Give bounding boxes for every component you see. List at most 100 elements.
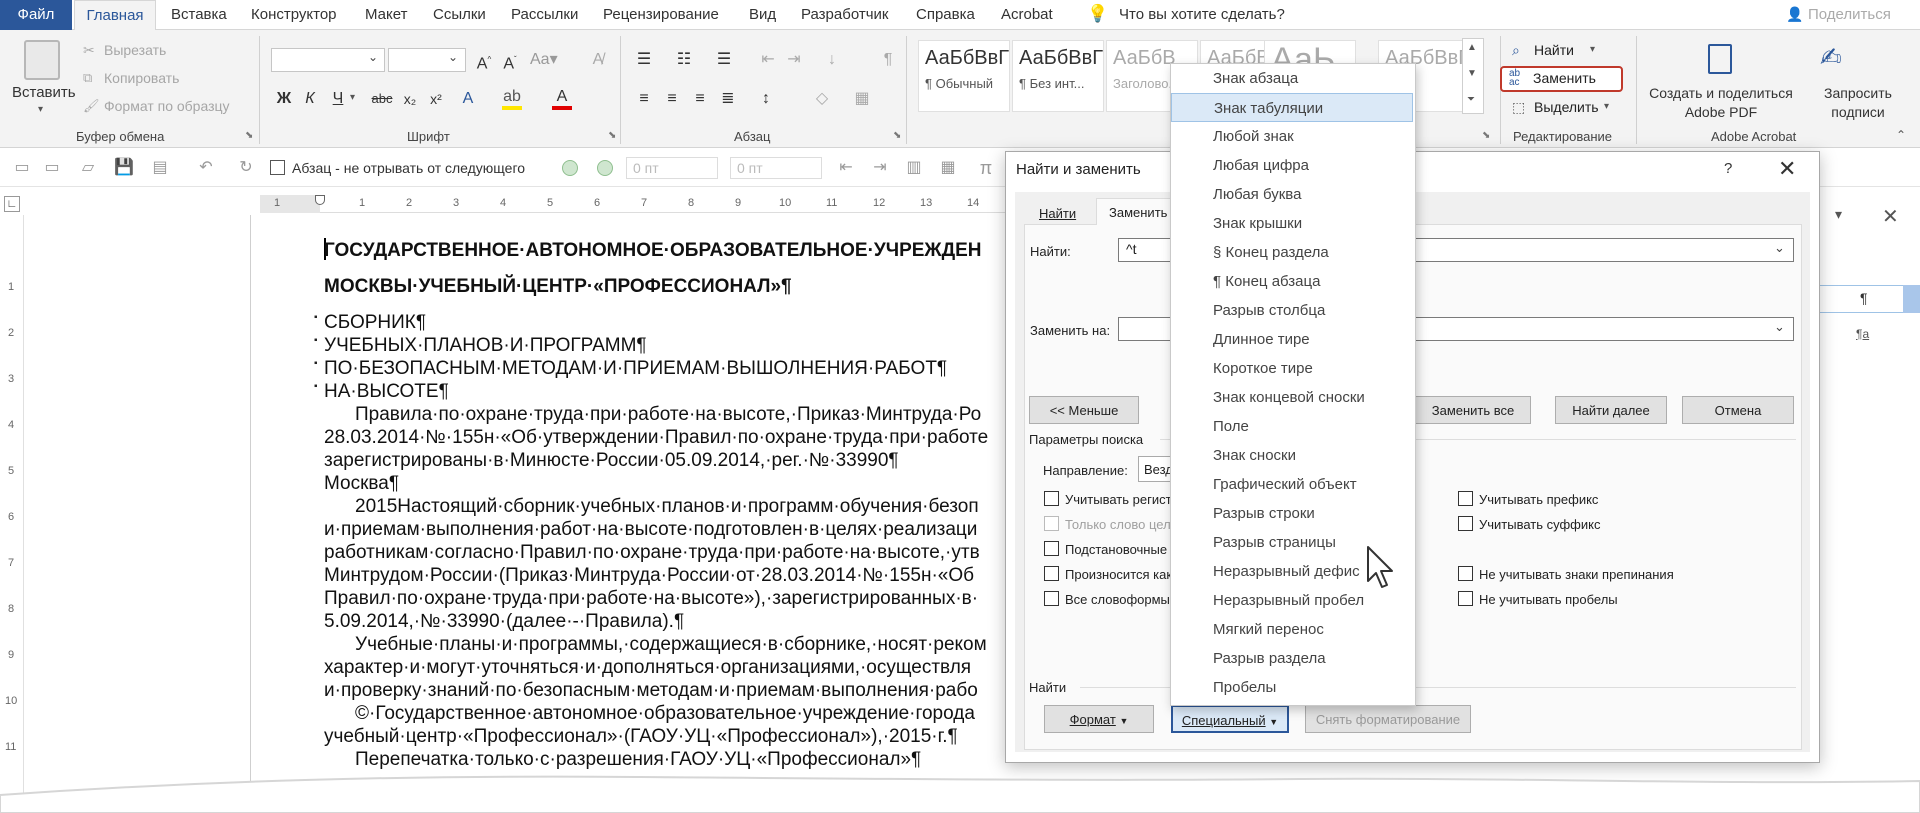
pane-options-icon[interactable]: ▾ bbox=[1835, 206, 1842, 223]
underline-dropdown-icon[interactable]: ▾ bbox=[350, 92, 355, 103]
find-history-dropdown-icon[interactable]: ⌄ bbox=[1774, 240, 1785, 256]
share-button[interactable]: Поделиться bbox=[1808, 0, 1891, 30]
replace-all-button[interactable]: Заменить все bbox=[1415, 396, 1531, 424]
styles-launcher-icon[interactable]: ⬊ bbox=[1482, 130, 1490, 141]
tab-home[interactable]: Главная bbox=[74, 0, 156, 31]
undo-icon[interactable]: ↶ bbox=[196, 158, 216, 178]
tab-review[interactable]: Рецензирование bbox=[603, 0, 719, 30]
create-pdf-button[interactable]: Создать и поделиться Adobe PDF bbox=[1642, 84, 1800, 122]
pane-close-icon[interactable]: ✕ bbox=[1882, 204, 1899, 229]
paste-button[interactable]: Вставить bbox=[12, 84, 76, 101]
styles-more-icon[interactable]: ⏷ bbox=[1467, 94, 1475, 105]
menu-item-graphic[interactable]: Графический объект bbox=[1171, 470, 1413, 499]
menu-item-optional-hyphen[interactable]: Мягкий перенос bbox=[1171, 615, 1413, 644]
tab-find[interactable]: Найти bbox=[1039, 206, 1076, 221]
align-center-icon[interactable]: ≡ bbox=[660, 88, 684, 110]
collapse-ribbon-icon[interactable]: ⌃ bbox=[1896, 128, 1906, 142]
open-folder-icon[interactable]: ▱ bbox=[78, 158, 98, 178]
replace-history-dropdown-icon[interactable]: ⌄ bbox=[1774, 319, 1785, 335]
bold-icon[interactable]: Ж bbox=[272, 88, 296, 110]
show-marks-icon[interactable]: ¶ bbox=[876, 49, 900, 71]
font-size-dropdown-icon[interactable]: ⌄ bbox=[448, 50, 458, 64]
font-launcher-icon[interactable]: ⬊ bbox=[608, 130, 616, 141]
save-icon[interactable]: 💾 bbox=[114, 158, 134, 178]
ignore-punctuation-checkbox[interactable] bbox=[1458, 566, 1473, 581]
menu-item-paragraph-character[interactable]: ¶ Конец абзаца bbox=[1171, 267, 1413, 296]
multilevel-list-icon[interactable]: ☰ bbox=[712, 49, 736, 71]
tell-me-box[interactable]: Что вы хотите сделать? bbox=[1119, 0, 1285, 30]
increase-indent-icon[interactable]: ⇥ bbox=[782, 49, 806, 71]
menu-item-section-character[interactable]: § Конец раздела bbox=[1171, 238, 1413, 267]
styles-up-icon[interactable]: ▲ bbox=[1467, 42, 1477, 53]
sort-icon[interactable]: ↓ bbox=[820, 49, 844, 71]
tab-references[interactable]: Ссылки bbox=[433, 0, 486, 30]
cancel-button[interactable]: Отмена bbox=[1682, 396, 1794, 424]
menu-item-any-digit[interactable]: Любая цифра bbox=[1171, 151, 1413, 180]
find-dropdown-icon[interactable]: ▾ bbox=[1590, 44, 1595, 55]
paste-dropdown-icon[interactable]: ▾ bbox=[38, 104, 43, 115]
text-effects-icon[interactable]: A bbox=[456, 88, 480, 110]
menu-item-column-break[interactable]: Разрыв столбца bbox=[1171, 296, 1413, 325]
tab-help[interactable]: Справка bbox=[916, 0, 975, 30]
style-tile-no-spacing[interactable]: АаБбВвГ ¶ Без инт... bbox=[1012, 40, 1104, 112]
spacing-before-icon[interactable] bbox=[562, 160, 578, 176]
cut-button[interactable]: Вырезать bbox=[104, 42, 166, 58]
request-signatures-button[interactable]: Запросить подписи bbox=[1800, 84, 1916, 122]
align-right-icon[interactable]: ≡ bbox=[688, 88, 712, 110]
outdent-icon[interactable]: ⇥ bbox=[870, 158, 890, 178]
space-after-field[interactable]: 0 пт bbox=[730, 157, 822, 179]
paragraph-launcher-icon[interactable]: ⬊ bbox=[893, 130, 901, 141]
tab-acrobat[interactable]: Acrobat bbox=[1001, 0, 1053, 30]
italic-icon[interactable]: К bbox=[298, 88, 322, 110]
decrease-indent-icon[interactable]: ⇤ bbox=[756, 49, 780, 71]
tab-view[interactable]: Вид bbox=[749, 0, 776, 30]
ignore-spaces-checkbox[interactable] bbox=[1458, 591, 1473, 606]
new-doc-icon[interactable]: ▭ bbox=[12, 158, 32, 178]
indent-icon[interactable]: ⇤ bbox=[836, 158, 856, 178]
no-formatting-button[interactable]: Снять форматирование bbox=[1305, 705, 1471, 733]
match-case-checkbox[interactable] bbox=[1044, 491, 1059, 506]
columns-icon[interactable]: ▥ bbox=[904, 158, 924, 178]
subscript-icon[interactable]: x₂ bbox=[398, 88, 422, 110]
grow-font-icon[interactable]: A^ bbox=[472, 49, 496, 72]
shading-icon[interactable]: ◇ bbox=[810, 88, 834, 110]
font-color-icon[interactable]: A bbox=[550, 86, 574, 108]
tab-developer[interactable]: Разработчик bbox=[801, 0, 888, 30]
wildcards-checkbox[interactable] bbox=[1044, 541, 1059, 556]
line-spacing-icon[interactable]: ↕ bbox=[754, 88, 778, 110]
borders-icon[interactable]: ▦ bbox=[850, 88, 874, 110]
superscript-icon[interactable]: x² bbox=[424, 88, 448, 110]
tab-file[interactable]: Файл bbox=[0, 0, 72, 30]
menu-item-paragraph-mark[interactable]: Знак абзаца bbox=[1171, 64, 1413, 93]
justify-icon[interactable]: ≣ bbox=[716, 88, 740, 110]
tab-mailings[interactable]: Рассылки bbox=[511, 0, 578, 30]
clear-formatting-icon[interactable]: A̸ bbox=[586, 49, 610, 71]
sounds-like-checkbox[interactable] bbox=[1044, 566, 1059, 581]
side-pane-link[interactable]: ¶a bbox=[1856, 327, 1869, 341]
dialog-help-button[interactable]: ? bbox=[1724, 160, 1732, 177]
menu-item-field[interactable]: Поле bbox=[1171, 412, 1413, 441]
menu-item-em-dash[interactable]: Длинное тире bbox=[1171, 325, 1413, 354]
numbering-icon[interactable]: ☷ bbox=[672, 49, 696, 71]
menu-item-tab-character[interactable]: Знак табуляции bbox=[1171, 93, 1413, 122]
select-button[interactable]: Выделить bbox=[1534, 99, 1599, 115]
special-button[interactable]: Специальный ▼ bbox=[1171, 705, 1289, 733]
equation-icon[interactable]: π bbox=[976, 158, 996, 178]
menu-item-white-space[interactable]: Пробелы bbox=[1171, 673, 1413, 702]
space-before-field[interactable]: 0 пт bbox=[626, 157, 718, 179]
tab-insert[interactable]: Вставка bbox=[171, 0, 227, 30]
strikethrough-icon[interactable]: abc bbox=[370, 88, 394, 110]
format-button[interactable]: Формат ▼ bbox=[1044, 705, 1154, 733]
find-button[interactable]: Найти bbox=[1534, 42, 1574, 58]
whole-word-checkbox[interactable] bbox=[1044, 516, 1059, 531]
keep-with-next-checkbox[interactable] bbox=[270, 160, 285, 175]
find-next-button[interactable]: Найти далее bbox=[1555, 396, 1667, 424]
font-name-dropdown-icon[interactable]: ⌄ bbox=[368, 50, 378, 64]
all-word-forms-checkbox[interactable] bbox=[1044, 591, 1059, 606]
copy-button[interactable]: Копировать bbox=[104, 70, 179, 86]
format-painter-button[interactable]: Формат по образцу bbox=[104, 98, 230, 114]
redo-icon[interactable]: ↻ bbox=[236, 158, 256, 178]
menu-item-line-break[interactable]: Разрыв строки bbox=[1171, 499, 1413, 528]
less-button[interactable]: << Меньше bbox=[1029, 396, 1139, 424]
align-left-icon[interactable]: ≡ bbox=[632, 88, 656, 110]
